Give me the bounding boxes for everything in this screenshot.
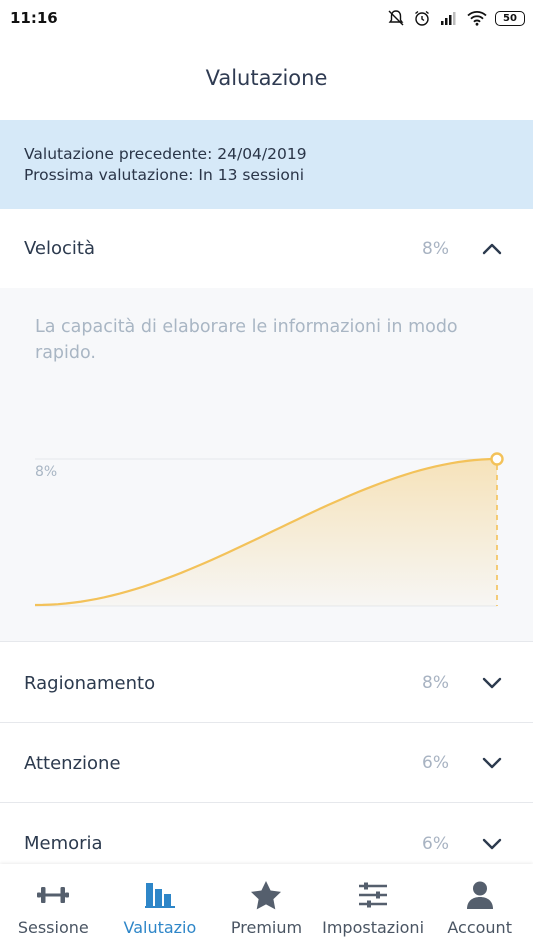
status-time: 11:16 [10, 9, 58, 27]
previous-evaluation: Valutazione precedente: 24/04/2019 [24, 145, 307, 163]
velocita-details: La capacità di elaborare le informazioni… [0, 288, 533, 642]
section-score: 6% [422, 833, 449, 854]
nav-item-account[interactable]: Account [426, 864, 533, 948]
chevron-up-icon[interactable] [481, 238, 503, 260]
section-attenzione[interactable]: Attenzione 6% [0, 724, 533, 803]
nav-label: Sessione [17, 918, 89, 937]
section-ragionamento[interactable]: Ragionamento 8% [0, 644, 533, 723]
section-velocita[interactable]: Velocità 8% [0, 209, 533, 288]
section-score: 6% [422, 753, 449, 773]
nav-item-valutazione[interactable]: Valutazio [107, 864, 214, 948]
nav-label: Premium [230, 918, 303, 937]
page-title: Valutazione [205, 66, 328, 90]
nav-item-premium[interactable]: Premium [213, 864, 320, 948]
chevron-down-icon[interactable] [481, 833, 503, 855]
wifi-icon [467, 10, 487, 26]
status-icons: 50 [387, 8, 525, 28]
chevron-down-icon[interactable] [481, 752, 503, 774]
chart-area [35, 459, 497, 606]
nav-label: Account [447, 918, 512, 937]
battery-indicator: 50 [495, 10, 525, 26]
chart-endpoint [490, 452, 504, 466]
sliders-icon [357, 880, 389, 910]
next-evaluation: Prossima valutazione: In 13 sessioni [24, 166, 305, 184]
header: Valutazione [0, 36, 533, 120]
bar-chart-icon [144, 880, 176, 910]
nav-label: Impostazioni [322, 918, 425, 937]
status-bar: 11:16 50 [0, 0, 533, 36]
nav-label: Valutazio [123, 918, 197, 937]
section-score: 8% [422, 238, 449, 259]
chart-y-label: 8% [35, 464, 57, 480]
section-name: Ragionamento [24, 672, 156, 694]
chevron-down-icon[interactable] [481, 672, 503, 694]
evaluation-info-banner: Valutazione precedente: 24/04/2019 Pross… [0, 120, 533, 209]
nav-item-impostazioni[interactable]: Impostazioni [320, 864, 427, 948]
alarm-icon [413, 9, 431, 27]
nav-item-sessione[interactable]: Sessione [0, 864, 107, 948]
section-name: Memoria [24, 833, 103, 854]
signal-icon [439, 10, 459, 26]
user-icon [465, 880, 495, 910]
star-icon [250, 880, 282, 910]
bottom-navigation: Sessione Valutazio Premium Impostazioni … [0, 864, 533, 948]
velocita-chart: 8% [34, 452, 504, 607]
section-score: 8% [422, 673, 449, 693]
notifications-off-icon [387, 9, 405, 27]
dumbbell-icon [36, 880, 70, 910]
section-name: Attenzione [24, 752, 121, 774]
section-name: Velocità [24, 238, 95, 259]
